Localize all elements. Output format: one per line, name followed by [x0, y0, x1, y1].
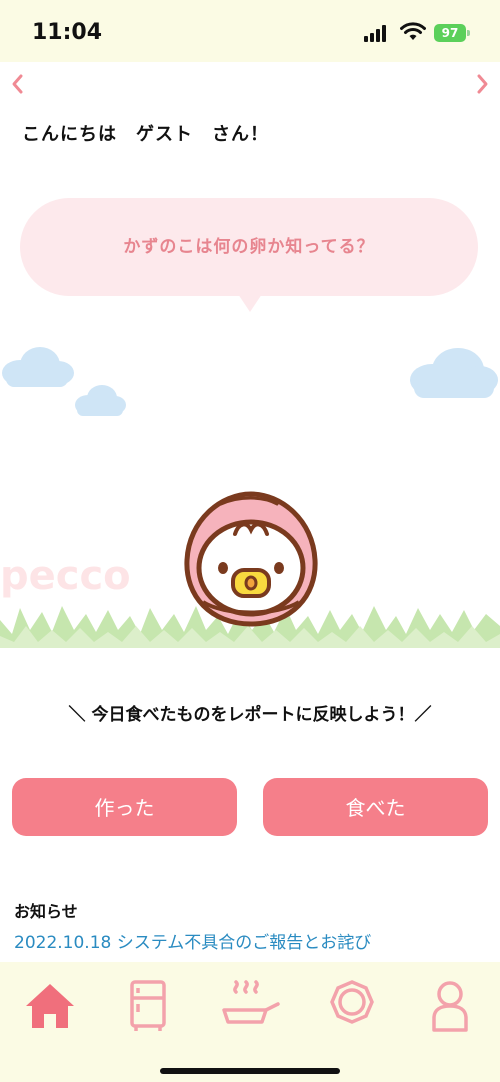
news-heading: お知らせ [14, 902, 78, 921]
bottom-tab-bar [0, 962, 500, 1082]
news-item-link[interactable]: 2022.10.18 システム不具合のご報告とお詫び [14, 928, 484, 953]
speech-bubble[interactable]: かずのこは何の卵か知ってる？ [20, 198, 478, 296]
cooking-pan-icon[interactable] [220, 978, 280, 1034]
chevron-right-icon[interactable] [470, 70, 494, 98]
status-time: 11:04 [32, 20, 103, 45]
chevron-left-icon[interactable] [6, 70, 30, 98]
status-bar: 11:04 97 [0, 0, 500, 62]
greeting-text: こんにちは ゲスト さん！ [22, 124, 269, 145]
speech-bubble-tail [238, 294, 262, 312]
made-button[interactable]: 作った [12, 778, 237, 836]
battery-tip [467, 30, 470, 36]
wifi-icon [400, 22, 426, 40]
brand-watermark: pecco [0, 553, 131, 599]
plate-icon[interactable] [322, 978, 382, 1034]
cloud-icon [2, 347, 74, 387]
home-indicator [160, 1068, 340, 1074]
status-icons: 97 [364, 22, 484, 46]
cloud-icon [410, 348, 498, 398]
user-icon[interactable] [420, 978, 480, 1034]
speech-bubble-text: かずのこは何の卵か知ってる？ [123, 237, 375, 257]
home-icon[interactable] [20, 978, 80, 1034]
battery-indicator: 97 [434, 24, 466, 42]
ate-button[interactable]: 食べた [263, 778, 488, 836]
mascot-character[interactable] [181, 490, 321, 630]
fridge-icon[interactable] [118, 978, 178, 1034]
report-prompt-text: ＼ 今日食べたものをレポートに反映しよう！／ [68, 705, 432, 725]
cloud-icon [75, 385, 126, 416]
